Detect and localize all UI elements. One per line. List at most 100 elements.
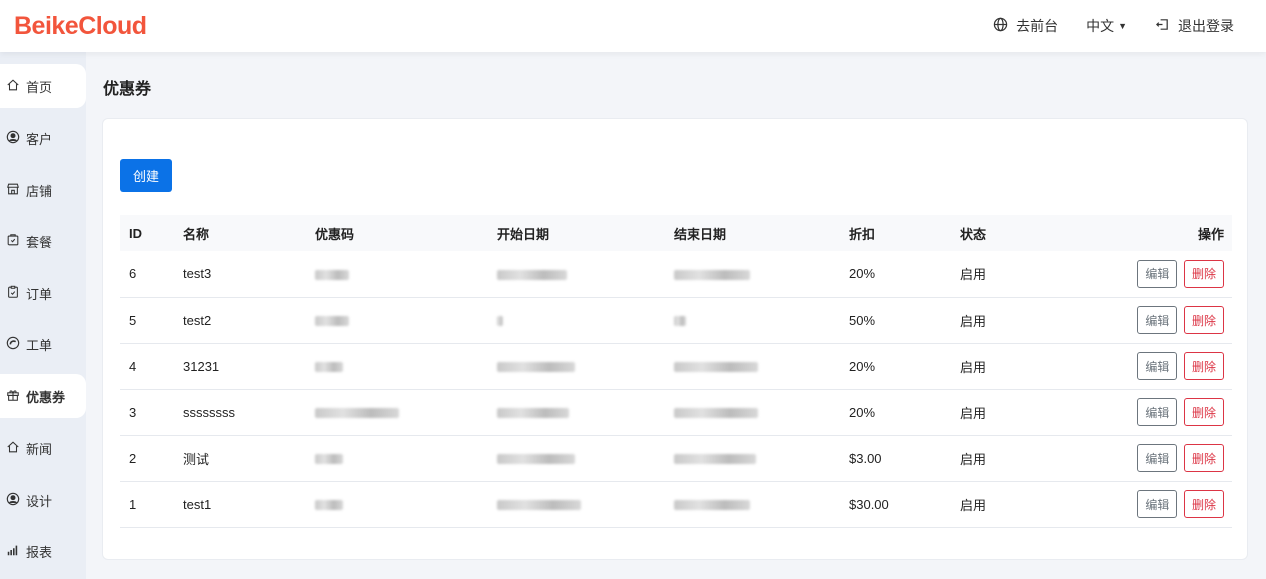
sidebar-item-packages[interactable]: 套餐: [0, 219, 86, 263]
edit-button[interactable]: 编辑: [1137, 352, 1178, 380]
cell-end-date-redacted: [665, 251, 840, 297]
redacted-block: [315, 408, 399, 419]
edit-button[interactable]: 编辑: [1137, 259, 1178, 288]
cell-name: test2: [183, 312, 212, 328]
cell-id: 5: [129, 312, 137, 328]
globe-icon: [993, 17, 1008, 35]
sidebar-item-news[interactable]: 新闻: [0, 426, 86, 470]
redacted-block: [315, 500, 343, 511]
sidebar-item-label: 工单: [26, 337, 53, 353]
edit-button[interactable]: 编辑: [1137, 444, 1178, 472]
cell-start-date-redacted: [488, 481, 665, 527]
redacted-block: [497, 500, 581, 511]
column-header-end-date: 结束日期: [674, 226, 727, 242]
cell-name: test1: [183, 496, 212, 512]
cell-id: 4: [129, 358, 137, 374]
frontend-link-label: 去前台: [1016, 18, 1059, 34]
delete-button[interactable]: 删除: [1183, 259, 1224, 288]
cell-code-redacted: [306, 343, 488, 389]
redacted-block: [315, 362, 343, 373]
cell-status: 启用: [960, 359, 987, 375]
table-header-row: ID 名称 优惠码 开始日期 结束日期 折扣 状态 操作: [120, 215, 1232, 251]
page-title: 优惠券: [103, 81, 152, 98]
edit-button[interactable]: 编辑: [1137, 398, 1178, 426]
gift-icon: [6, 388, 20, 405]
redacted-block: [497, 454, 575, 465]
cell-end-date-redacted: [665, 435, 840, 481]
language-dropdown[interactable]: 中文 ▼: [1086, 16, 1127, 36]
column-header-status: 状态: [960, 226, 987, 242]
sidebar-item-design[interactable]: 设计: [0, 478, 86, 522]
ticket-icon: [6, 336, 20, 353]
delete-button[interactable]: 删除: [1183, 398, 1224, 426]
edit-button[interactable]: 编辑: [1137, 490, 1178, 518]
column-header-id: ID: [129, 225, 142, 241]
cell-end-date-redacted: [665, 481, 840, 527]
cell-code-redacted: [306, 251, 488, 297]
edit-button[interactable]: 编辑: [1137, 306, 1178, 334]
table-row: 3 ssssssss 20% 启用 编辑 删除: [120, 389, 1232, 435]
cell-start-date-redacted: [488, 251, 665, 297]
home-icon: [6, 78, 20, 95]
sidebar-item-reports[interactable]: 报表: [0, 529, 86, 573]
cell-end-date-redacted: [665, 389, 840, 435]
delete-button[interactable]: 删除: [1183, 352, 1224, 380]
user-circle-icon: [6, 130, 20, 147]
redacted-block: [315, 269, 349, 280]
table-row: 6 test3 20% 启用 编辑 删除: [120, 251, 1232, 297]
sidebar-item-label: 设计: [26, 493, 53, 509]
sidebar-item-tickets[interactable]: 工单: [0, 322, 86, 366]
sidebar-item-shops[interactable]: 店铺: [0, 168, 86, 212]
sidebar-item-label: 店铺: [26, 183, 53, 199]
column-header-name: 名称: [183, 226, 210, 242]
delete-button[interactable]: 删除: [1183, 490, 1224, 518]
cell-code-redacted: [306, 389, 488, 435]
create-coupon-button[interactable]: 创建: [120, 159, 172, 192]
table-row: 1 test1 $30.00 启用 编辑 删除: [120, 481, 1232, 527]
delete-button[interactable]: 删除: [1183, 444, 1224, 472]
column-header-code: 优惠码: [315, 226, 355, 242]
cell-id: 3: [129, 404, 137, 420]
redacted-block: [674, 454, 756, 465]
sidebar-item-label: 套餐: [26, 234, 53, 250]
cell-status: 启用: [960, 267, 987, 283]
cell-name: 测试: [183, 451, 210, 467]
cell-actions: 编辑 删除: [1061, 297, 1232, 343]
cell-actions: 编辑 删除: [1061, 389, 1232, 435]
cell-actions: 编辑 删除: [1061, 251, 1232, 297]
table-row: 4 31231 20% 启用 编辑 删除: [120, 343, 1232, 389]
redacted-block: [497, 269, 567, 280]
logo[interactable]: BeikeCloud: [14, 12, 147, 41]
header-nav: 去前台 中文 ▼ 退出登录: [993, 0, 1234, 52]
redacted-block: [497, 316, 503, 327]
sidebar-item-coupons[interactable]: 优惠券: [0, 374, 86, 418]
redacted-block: [674, 269, 750, 280]
clipboard-icon: [6, 285, 20, 302]
redacted-block: [315, 316, 349, 327]
logout-link[interactable]: 退出登录: [1155, 16, 1234, 36]
cell-code-redacted: [306, 435, 488, 481]
frontend-link[interactable]: 去前台: [993, 16, 1058, 36]
cell-discount: 20%: [849, 404, 876, 420]
cell-discount: 20%: [849, 358, 876, 374]
sidebar: 首页 客户 店铺 套餐 订单 工单 优惠券 新闻 设计 报表: [0, 52, 86, 579]
cell-discount: $3.00: [849, 450, 882, 466]
sidebar-item-orders[interactable]: 订单: [0, 271, 86, 315]
coupon-table: ID 名称 优惠码 开始日期 结束日期 折扣 状态 操作 6 test3 20%…: [120, 215, 1232, 528]
sidebar-item-label: 客户: [26, 131, 53, 147]
sidebar-item-home[interactable]: 首页: [0, 64, 86, 108]
cell-name: ssssssss: [183, 404, 235, 420]
sidebar-item-customers[interactable]: 客户: [0, 116, 86, 160]
cell-actions: 编辑 删除: [1061, 435, 1232, 481]
cell-start-date-redacted: [488, 343, 665, 389]
cell-end-date-redacted: [665, 297, 840, 343]
top-header: BeikeCloud 去前台 中文 ▼ 退出登录: [0, 0, 1266, 52]
sidebar-item-label: 优惠券: [26, 389, 66, 405]
cell-start-date-redacted: [488, 435, 665, 481]
cell-actions: 编辑 删除: [1061, 343, 1232, 389]
cell-name: test3: [183, 266, 212, 282]
cell-discount: $30.00: [849, 496, 889, 512]
column-header-actions: 操作: [1197, 226, 1224, 242]
delete-button[interactable]: 删除: [1183, 306, 1224, 334]
column-header-start-date: 开始日期: [497, 226, 550, 242]
